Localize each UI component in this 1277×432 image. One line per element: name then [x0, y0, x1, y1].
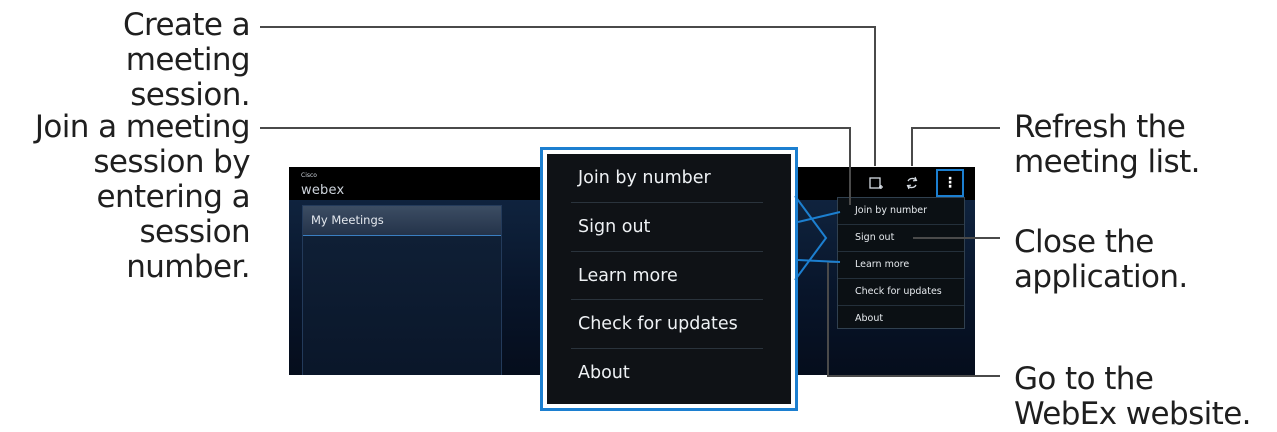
zoom-connector-bottom	[797, 259, 841, 263]
zoom-connector-outline	[794, 195, 828, 281]
leader-join	[260, 127, 851, 205]
leader-refresh	[911, 127, 1000, 166]
leader-create	[260, 26, 876, 166]
leader-lines	[260, 26, 1000, 377]
leader-website	[827, 261, 1000, 377]
zoom-connector-top	[797, 211, 841, 223]
